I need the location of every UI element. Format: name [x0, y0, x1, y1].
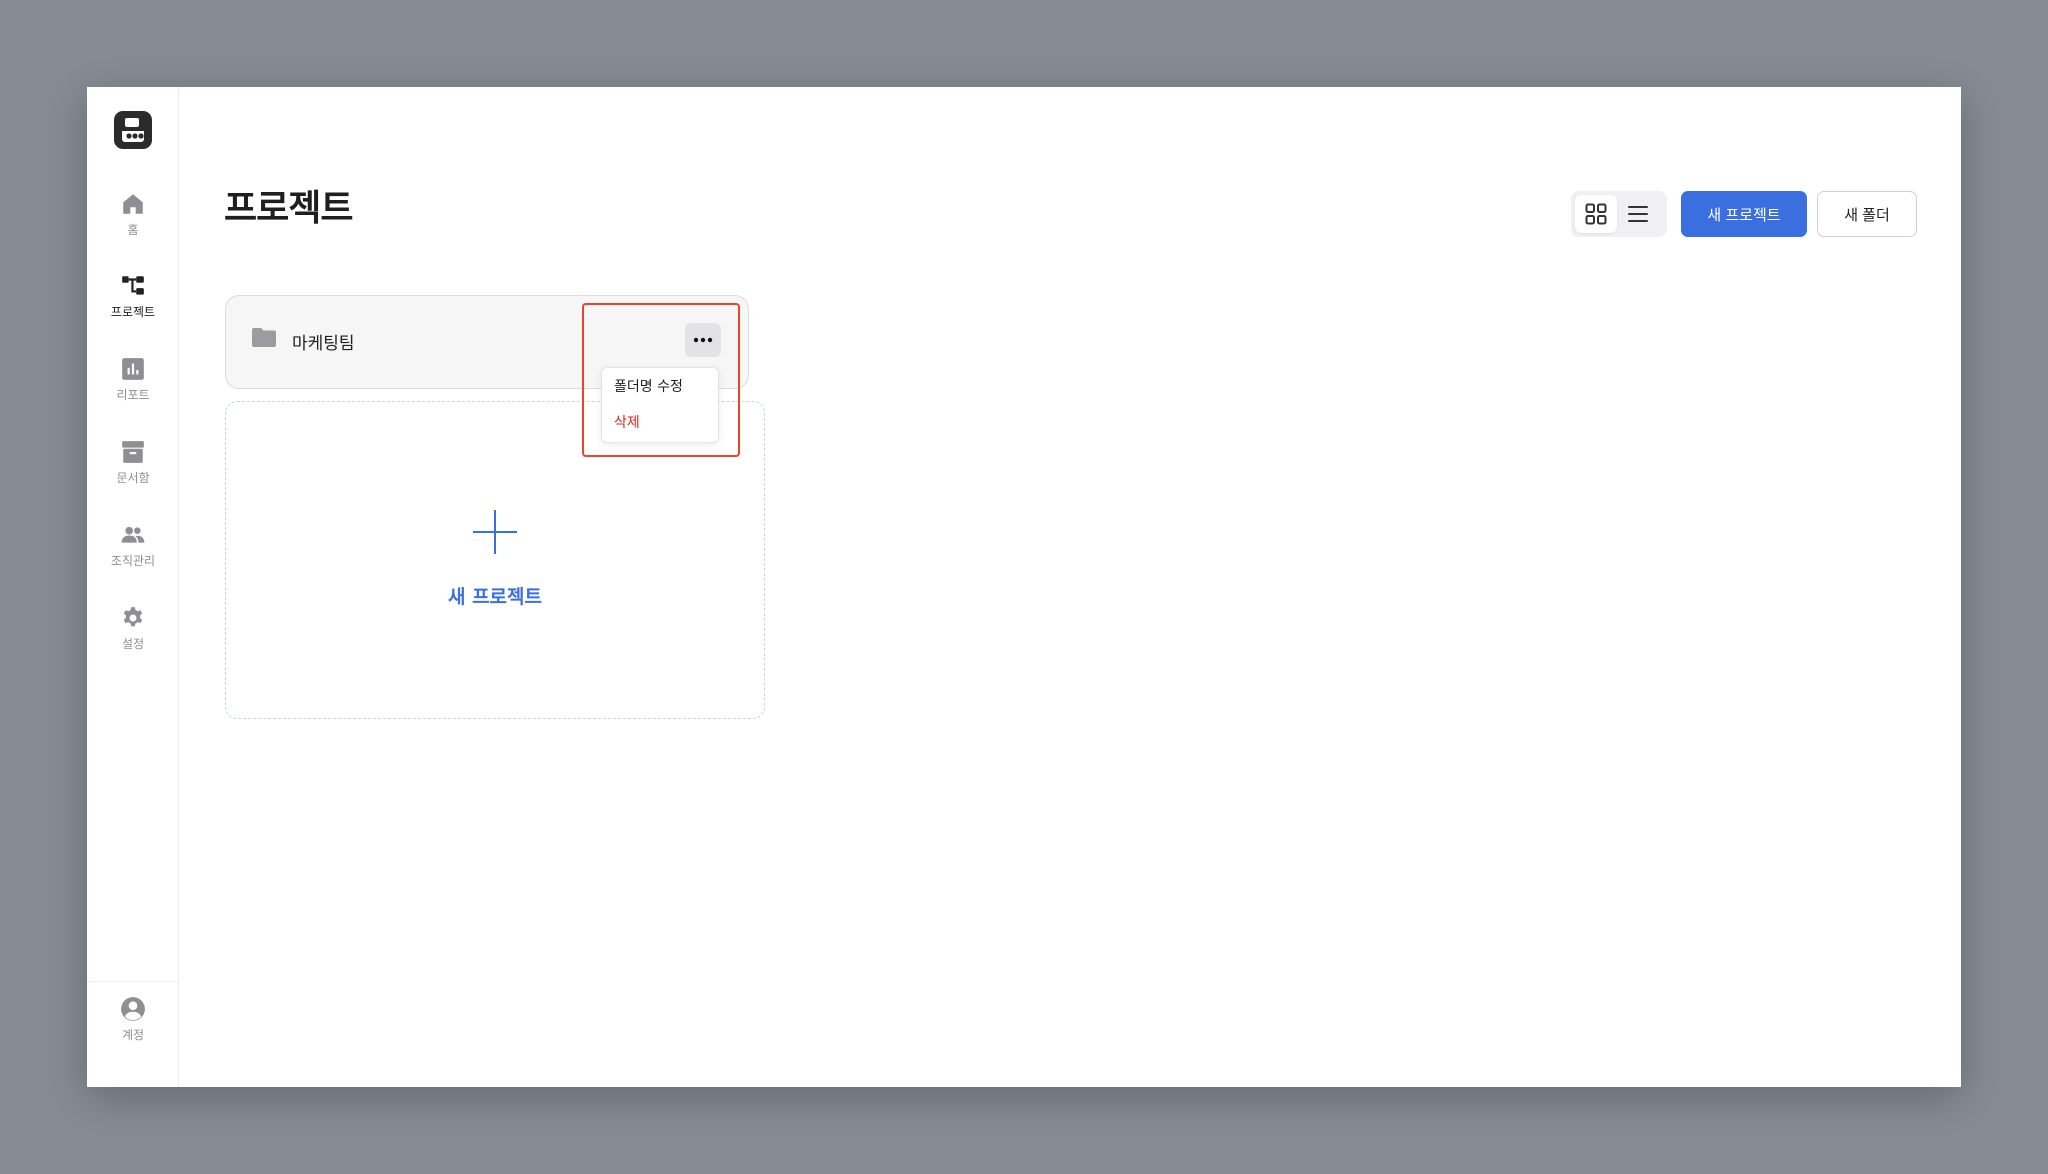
- folder-context-menu: 폴더명 수정 삭제: [601, 367, 719, 443]
- gear-icon: [123, 607, 143, 627]
- sidebar-item-label: 프로젝트: [110, 305, 156, 319]
- delete-folder-menu-item[interactable]: 삭제: [614, 412, 640, 432]
- new-project-button[interactable]: 새 프로젝트: [1681, 191, 1807, 237]
- sidebar-item-label: 설정: [121, 637, 145, 651]
- folder-more-button[interactable]: [685, 323, 721, 357]
- grid-icon: [1585, 203, 1607, 225]
- home-icon: [123, 194, 143, 214]
- page-title: 프로젝트: [224, 188, 353, 229]
- sidebar-item-home[interactable]: 홈: [87, 191, 179, 261]
- report-chart-icon: [122, 358, 144, 380]
- sidebar-item-organization[interactable]: 조직관리: [87, 522, 179, 592]
- sidebar-item-account[interactable]: 계정: [87, 996, 179, 1066]
- sidebar-item-label: 문서함: [116, 471, 150, 485]
- sidebar-item-report[interactable]: 리포트: [87, 356, 179, 426]
- project-tree-icon: [122, 276, 144, 295]
- sidebar-item-label: 리포트: [116, 388, 150, 402]
- new-project-card[interactable]: 새 프로젝트: [225, 401, 765, 719]
- sidebar-footer: 계정: [87, 981, 179, 1087]
- account-circle-icon: [121, 997, 145, 1021]
- more-dots-icon: [693, 337, 713, 343]
- sidebar-item-label: 조직관리: [110, 554, 156, 568]
- list-view-button[interactable]: [1617, 195, 1659, 233]
- people-icon: [121, 526, 145, 543]
- folder-icon: [252, 328, 276, 347]
- new-folder-button[interactable]: 새 폴더: [1817, 191, 1917, 237]
- grid-view-button[interactable]: [1575, 195, 1617, 233]
- list-icon: [1628, 206, 1648, 222]
- sidebar-item-label: 홈: [127, 223, 139, 237]
- rename-folder-menu-item[interactable]: 폴더명 수정: [614, 376, 683, 396]
- sidebar-item-settings[interactable]: 설정: [87, 605, 179, 675]
- view-toggle: [1571, 191, 1667, 237]
- plus-icon: [473, 510, 517, 554]
- folder-name: 마케팅팀: [292, 334, 355, 354]
- sidebar: 홈 프로젝트 리포트 문서함 조직관리 설정 계정: [87, 87, 179, 1087]
- archive-box-icon: [122, 441, 144, 463]
- sidebar-item-project[interactable]: 프로젝트: [87, 273, 179, 343]
- new-project-card-label: 새 프로젝트: [447, 586, 542, 608]
- sidebar-item-label: 계정: [121, 1028, 145, 1042]
- sidebar-item-archive[interactable]: 문서함: [87, 439, 179, 509]
- app-logo[interactable]: [114, 111, 152, 149]
- app-window: 홈 프로젝트 리포트 문서함 조직관리 설정 계정 프로젝트 새 프로젝트 새 …: [87, 87, 1961, 1087]
